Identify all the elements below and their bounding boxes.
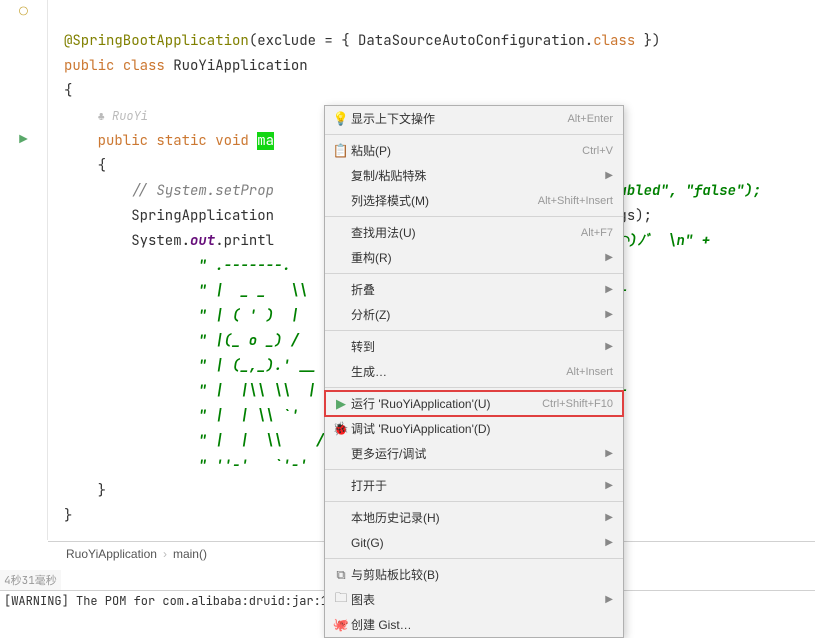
chevron-right-icon: ▶ [605,537,613,548]
menu-separator [325,330,623,331]
chevron-right-icon: ▶ [605,170,613,181]
clipboard-icon: 📋 [331,143,351,159]
breadcrumb-method[interactable]: main() [173,547,207,561]
menu-create-gist[interactable]: 🐙 创建 Gist… [325,612,623,637]
chevron-right-icon: ▶ [605,309,613,320]
chevron-right-icon: ▶ [605,252,613,263]
override-icon[interactable]: ◯ [16,4,32,20]
menu-separator [325,501,623,502]
caret-highlight: ma [257,132,274,150]
menu-generate[interactable]: 生成… Alt+Insert [325,359,623,384]
menu-compare-clipboard[interactable]: ⧉ 与剪贴板比较(B) [325,562,623,587]
menu-run[interactable]: ▶ 运行 'RuoYiApplication'(U) Ctrl+Shift+F1… [325,391,623,416]
author-hint: ♣ RuoYi [98,108,148,124]
bulb-icon: 💡 [331,111,351,127]
chevron-right-icon: ▶ [605,284,613,295]
menu-paste-special[interactable]: 复制/粘贴特殊 ▶ [325,163,623,188]
menu-show-context[interactable]: 💡 显示上下文操作 Alt+Enter [325,106,623,131]
build-time-badge: 4秒31毫秒 [0,570,61,590]
breadcrumb-class[interactable]: RuoYiApplication [66,547,157,561]
github-icon: 🐙 [331,617,351,633]
annotation: @SpringBootApplication [64,32,249,50]
menu-separator [325,216,623,217]
menu-separator [325,387,623,388]
menu-refactor[interactable]: 重构(R) ▶ [325,245,623,270]
run-icon: ▶ [331,396,351,412]
gutter: ◯ ▶ [0,0,48,540]
bug-icon: 🐞 [331,421,351,437]
context-menu: 💡 显示上下文操作 Alt+Enter 📋 粘贴(P) Ctrl+V 复制/粘贴… [324,105,624,638]
chevron-right-icon: ▶ [605,448,613,459]
menu-separator [325,134,623,135]
compare-icon: ⧉ [331,567,351,583]
menu-open-in[interactable]: 打开于 ▶ [325,473,623,498]
chevron-right-icon: ▶ [605,512,613,523]
menu-debug[interactable]: 🐞 调试 'RuoYiApplication'(D) [325,416,623,441]
chevron-right-icon: ▶ [605,341,613,352]
menu-separator [325,558,623,559]
menu-local-history[interactable]: 本地历史记录(H) ▶ [325,505,623,530]
run-gutter-icon[interactable]: ▶ [16,132,32,148]
menu-column-mode[interactable]: 列选择模式(M) Alt+Shift+Insert [325,188,623,213]
menu-find-usage[interactable]: 查找用法(U) Alt+F7 [325,220,623,245]
menu-fold[interactable]: 折叠 ▶ [325,277,623,302]
chevron-right-icon: ▶ [605,594,613,605]
menu-more-run[interactable]: 更多运行/调试 ▶ [325,441,623,466]
menu-paste[interactable]: 📋 粘贴(P) Ctrl+V [325,138,623,163]
chevron-right-icon: › [163,547,167,561]
menu-diagram[interactable]: 🗀 图表 ▶ [325,587,623,612]
menu-separator [325,273,623,274]
menu-analyze[interactable]: 分析(Z) ▶ [325,302,623,327]
diagram-icon: 🗀 [331,589,351,611]
chevron-right-icon: ▶ [605,480,613,491]
menu-git[interactable]: Git(G) ▶ [325,530,623,555]
menu-separator [325,469,623,470]
menu-goto[interactable]: 转到 ▶ [325,334,623,359]
